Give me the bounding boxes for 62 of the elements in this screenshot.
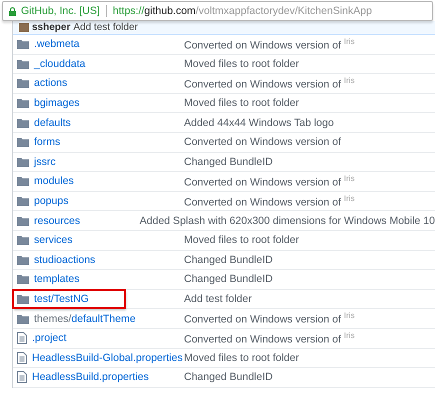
commit-message[interactable]: Add test folder — [184, 293, 252, 306]
commit-message[interactable]: Converted on Windows version of $^{Iris}$ — [184, 76, 355, 91]
file-link[interactable]: HeadlessBuild.properties — [32, 371, 149, 384]
avatar-icon — [19, 23, 29, 32]
file-link[interactable]: defaults — [34, 116, 71, 129]
file-link[interactable]: defaultTheme — [71, 312, 136, 325]
file-link[interactable]: popups — [34, 195, 68, 208]
file-link[interactable]: .project — [32, 332, 66, 344]
commit-message[interactable]: Converted on Windows version of — [184, 136, 341, 148]
lock-icon — [9, 6, 16, 16]
site-identity: GitHub, Inc. [US] — [21, 5, 100, 17]
file-link[interactable]: studioactions — [34, 254, 96, 266]
commit-message[interactable]: Changed BundleID — [184, 371, 273, 384]
folder-icon — [17, 254, 29, 265]
file-link[interactable]: templates — [34, 273, 80, 286]
folder-icon — [17, 98, 29, 108]
folder-icon — [17, 118, 29, 128]
folder-icon — [17, 314, 29, 324]
commit-message[interactable]: Moved files to root folder — [184, 234, 299, 246]
file-link[interactable]: jssrc — [34, 156, 56, 168]
folder-icon — [17, 58, 29, 69]
file-link[interactable]: test/TestNG — [34, 293, 89, 306]
folder-icon — [17, 137, 29, 148]
url-text[interactable]: https://github.com/voltmxappfactorydev/KitchenSinkApp — [112, 5, 372, 17]
folder-icon — [17, 294, 29, 304]
commit-message[interactable]: Moved files to root folder — [184, 97, 299, 110]
file-icon — [17, 352, 27, 364]
file-link[interactable]: resources — [34, 214, 80, 227]
file-link[interactable]: .webmeta — [34, 38, 80, 50]
file-icon — [17, 332, 27, 344]
folder-icon — [17, 216, 29, 226]
commit-message[interactable]: Added 44x44 Windows Tab logo — [184, 116, 334, 129]
file-link[interactable]: forms — [34, 136, 60, 148]
commit-message[interactable]: Converted on Windows version of $^{Iris}$ — [184, 330, 355, 346]
file-link[interactable]: modules — [34, 175, 74, 188]
folder-icon — [17, 156, 29, 167]
commit-message[interactable]: Added Splash with 620x300 dimensions for Windows Mobile 10 — [140, 214, 435, 227]
folder-icon — [17, 235, 29, 246]
commit-message[interactable]: Moved files to root folder — [184, 58, 299, 70]
address-bar[interactable]: GitHub, Inc. [US] https://github.com/voltmxappfactorydev/KitchenSinkApp — [2, 1, 433, 21]
file-link[interactable]: HeadlessBuild-Global.properties — [32, 352, 183, 364]
commit-message[interactable]: Converted on Windows version of $^{Iris}$ — [184, 37, 355, 52]
commit-message[interactable]: Converted on Windows version of $^{Iris}$ — [184, 311, 355, 326]
commit-author[interactable]: ssheper — [32, 22, 70, 33]
file-link[interactable]: _clouddata — [34, 58, 86, 70]
folder-icon — [17, 274, 29, 284]
file-icon — [17, 371, 27, 384]
folder-icon — [17, 78, 29, 88]
commit-message[interactable]: Add test folder — [73, 22, 138, 33]
commit-message[interactable]: Converted on Windows version of $^{Iris}$ — [184, 194, 355, 208]
file-link[interactable]: actions — [34, 77, 68, 90]
commit-message[interactable]: Changed BundleID — [184, 156, 273, 168]
file-link[interactable]: services — [34, 234, 73, 246]
path-prefix: themes/ — [34, 312, 72, 325]
folder-icon — [17, 176, 29, 186]
file-link[interactable]: bgimages — [34, 97, 80, 110]
commit-message[interactable]: Changed BundleID — [184, 254, 273, 266]
commit-message[interactable]: Changed BundleID — [184, 273, 273, 286]
folder-icon — [17, 196, 29, 206]
commit-message[interactable]: Moved files to root folder — [184, 352, 299, 364]
commit-message[interactable]: Converted on Windows version of $^{Iris}$ — [184, 174, 355, 189]
folder-icon — [17, 39, 29, 50]
